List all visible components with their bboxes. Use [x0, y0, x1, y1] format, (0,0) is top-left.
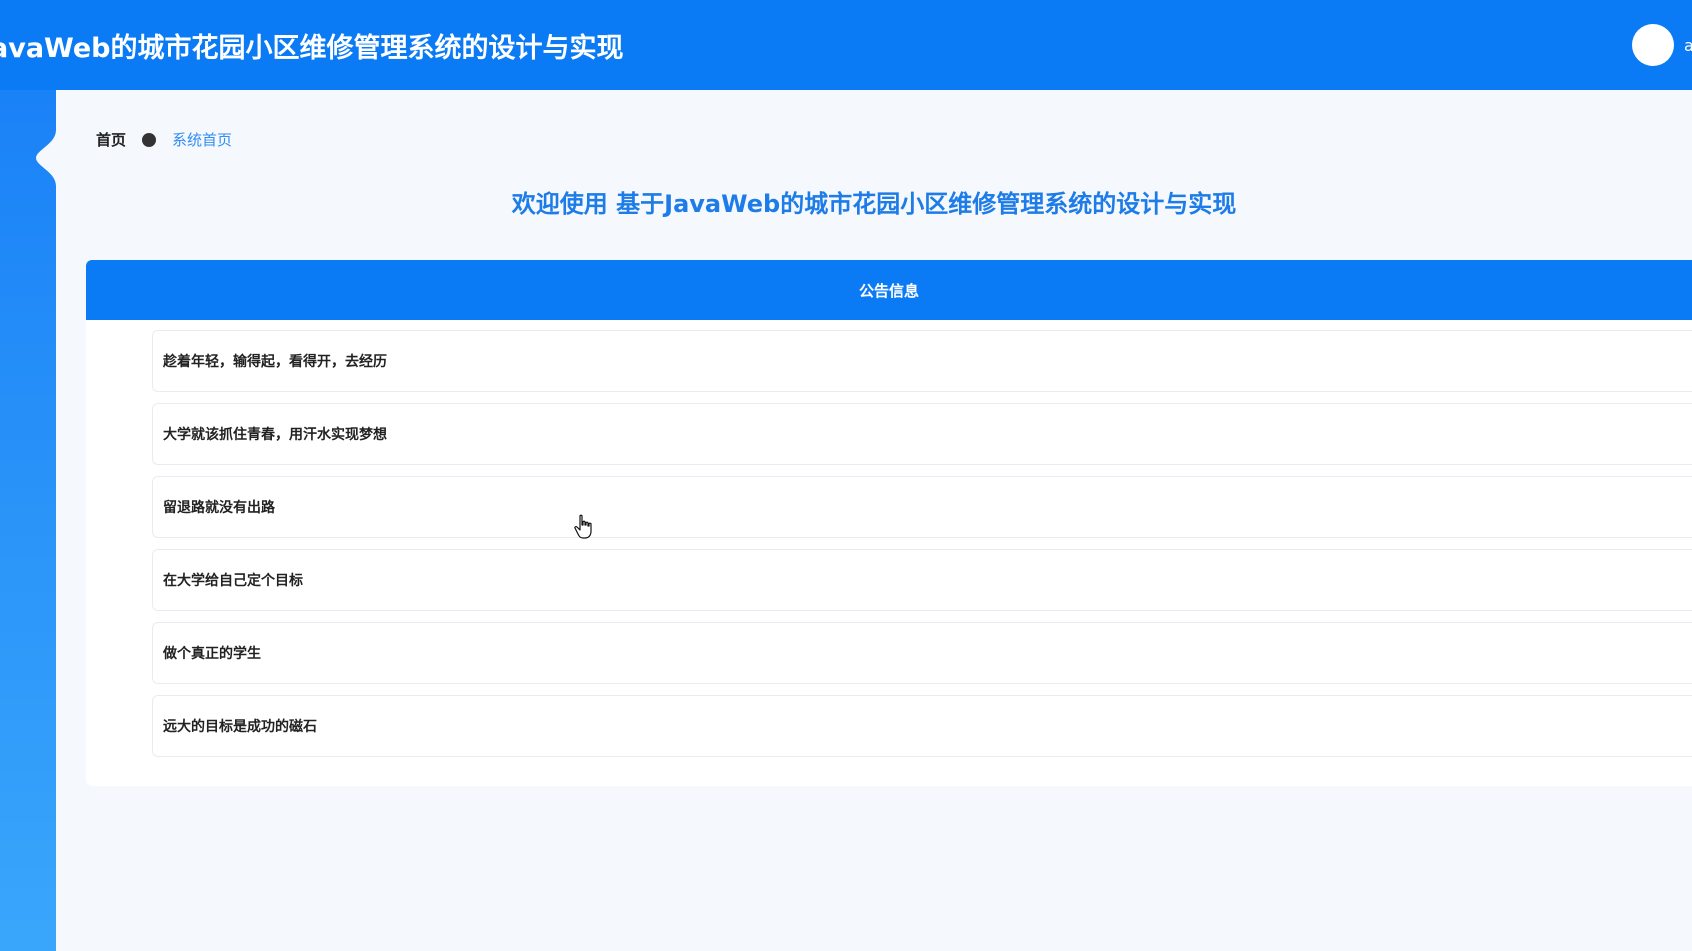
welcome-heading: 欢迎使用 基于JavaWeb的城市花园小区维修管理系统的设计与实现 — [511, 190, 1237, 218]
notice-item[interactable]: 做个真正的学生 — [152, 622, 1692, 684]
notice-item[interactable]: 远大的目标是成功的磁石 — [152, 695, 1692, 757]
breadcrumb: 首页 系统首页 — [96, 129, 232, 150]
notice-panel-title: 公告信息 — [86, 260, 1692, 320]
sidebar — [0, 90, 56, 951]
user-name[interactable]: a — [1684, 36, 1692, 55]
app-title: avaWeb的城市花园小区维修管理系统的设计与实现 — [0, 33, 624, 64]
user-avatar[interactable] — [1632, 24, 1674, 66]
breadcrumb-current: 系统首页 — [172, 131, 233, 149]
breadcrumb-separator-dot — [142, 132, 157, 147]
notice-item[interactable]: 趁着年轻，输得起，看得开，去经历 — [152, 330, 1692, 392]
breadcrumb-home[interactable]: 首页 — [96, 129, 126, 150]
notice-list: 趁着年轻，输得起，看得开，去经历 大学就该抓住青春，用汗水实现梦想 留退路就没有… — [152, 330, 1692, 768]
notice-item[interactable]: 在大学给自己定个目标 — [152, 549, 1692, 611]
hand-pointer-cursor-icon — [574, 514, 592, 539]
notice-panel: 公告信息 趁着年轻，输得起，看得开，去经历 大学就该抓住青春，用汗水实现梦想 留… — [86, 260, 1692, 786]
notice-item[interactable]: 留退路就没有出路 — [152, 476, 1692, 538]
sidebar-active-notch — [36, 130, 76, 186]
top-header: avaWeb的城市花园小区维修管理系统的设计与实现 a — [0, 0, 1692, 90]
notice-item[interactable]: 大学就该抓住青春，用汗水实现梦想 — [152, 403, 1692, 465]
